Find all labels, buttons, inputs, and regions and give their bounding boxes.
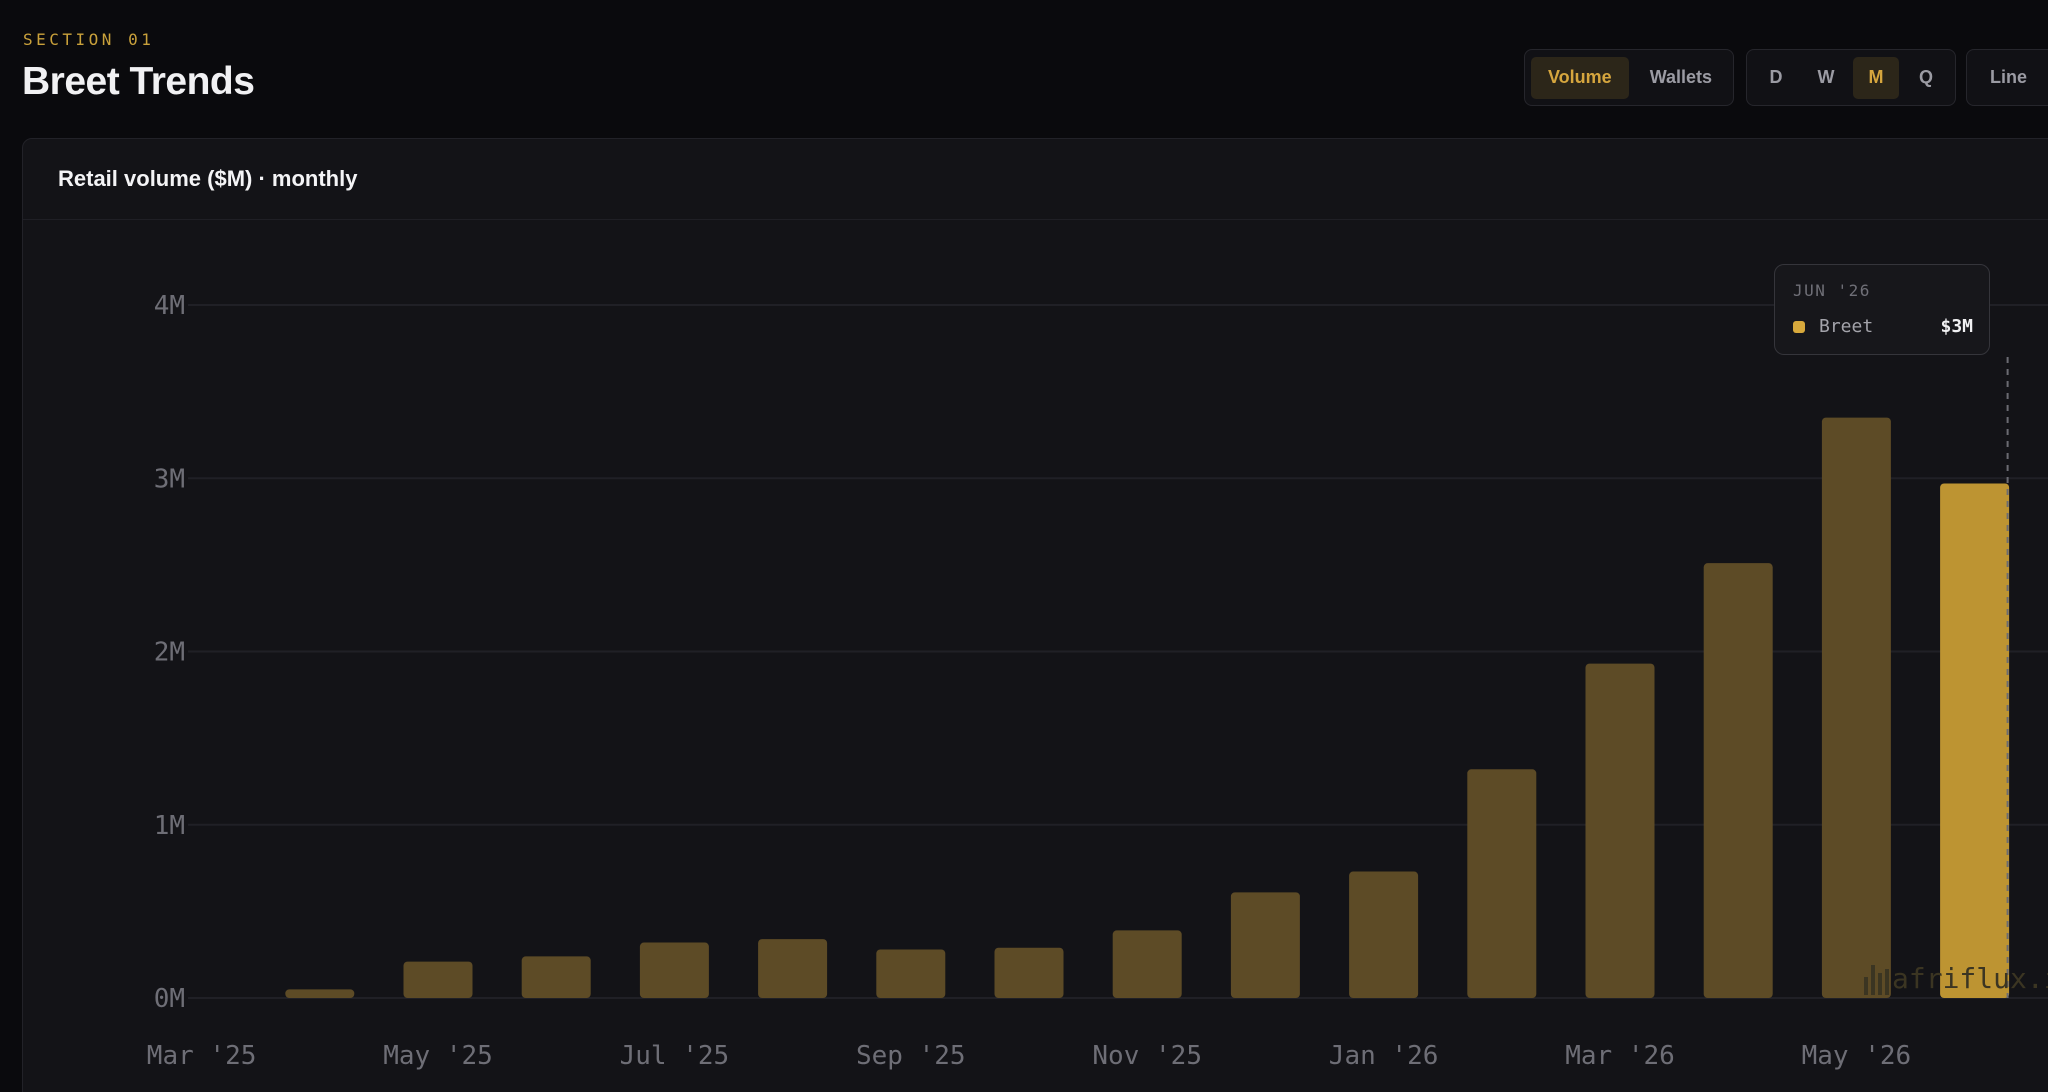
period-month-button[interactable]: M: [1853, 56, 1899, 99]
bar[interactable]: [1821, 417, 1891, 998]
bar[interactable]: [1940, 483, 2010, 998]
bar[interactable]: [1230, 892, 1300, 998]
chart-style-toggle: Line: [1966, 49, 2048, 106]
page-title: Breet Trends: [22, 60, 255, 103]
watermark: afriflux.i: [1864, 962, 2048, 995]
tooltip-date: JUN '26: [1793, 281, 1871, 300]
wallets-button[interactable]: Wallets: [1633, 57, 1729, 99]
bar[interactable]: [1467, 769, 1537, 998]
period-toggle: D W M Q: [1746, 49, 1956, 106]
tooltip-value: $3M: [1940, 316, 1973, 337]
bar-chart-logo-icon: [1864, 963, 1889, 995]
line-style-button[interactable]: Line: [1973, 57, 2044, 99]
bar[interactable]: [639, 942, 709, 998]
period-day-button[interactable]: D: [1753, 57, 1799, 99]
section-eyebrow: SECTION 01: [23, 30, 155, 49]
tooltip-series-swatch: [1793, 321, 1805, 333]
chart-panel-header: Retail volume ($M) · monthly: [23, 139, 2048, 220]
bar[interactable]: [994, 947, 1064, 998]
metric-toggle: Volume Wallets: [1524, 49, 1734, 106]
bar[interactable]: [1112, 930, 1182, 998]
tooltip-series-name: Breet: [1819, 316, 1874, 337]
volume-button[interactable]: Volume: [1531, 56, 1629, 99]
chart-title: Retail volume ($M) · monthly: [58, 166, 358, 191]
period-quarter-button[interactable]: Q: [1903, 57, 1949, 99]
chart-tooltip: JUN '26 Breet $3M: [1774, 264, 1990, 355]
page: SECTION 01 Breet Trends Volume Wallets D…: [0, 0, 2048, 1092]
bar[interactable]: [521, 956, 591, 998]
watermark-text: afriflux.i: [1892, 962, 2048, 995]
bar[interactable]: [758, 939, 828, 998]
bar[interactable]: [876, 949, 946, 998]
bar[interactable]: [403, 961, 473, 998]
bar[interactable]: [1703, 563, 1773, 998]
bar[interactable]: [1349, 871, 1419, 998]
period-week-button[interactable]: W: [1803, 57, 1849, 99]
bar[interactable]: [1585, 663, 1655, 998]
bar[interactable]: [285, 989, 355, 998]
